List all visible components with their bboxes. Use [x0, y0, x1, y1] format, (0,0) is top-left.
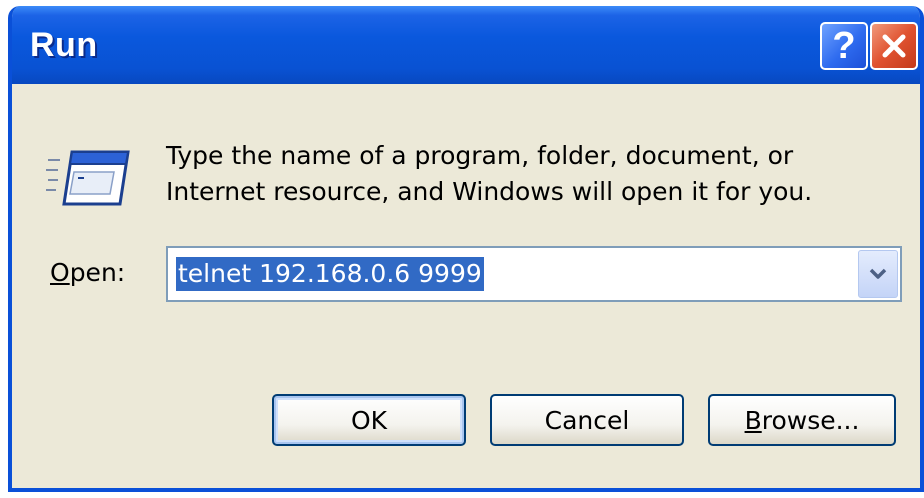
dialog-body: Type the name of a program, folder, docu…	[12, 84, 920, 488]
title-bar[interactable]: Run ?	[12, 6, 920, 84]
cancel-button[interactable]: Cancel	[490, 394, 684, 446]
help-button[interactable]: ?	[820, 22, 868, 70]
instruction-text: Type the name of a program, folder, docu…	[166, 138, 812, 210]
browse-button-mnemonic: B	[744, 405, 762, 435]
browse-button-label: rowse...	[761, 405, 860, 435]
instruction-line-1: Type the name of a program, folder, docu…	[166, 141, 794, 170]
run-dialog: Run ? Type the name of a program, folder…	[8, 6, 924, 492]
dropdown-button[interactable]	[858, 250, 898, 298]
instruction-line-2: Internet resource, and Windows will open…	[166, 177, 813, 206]
cancel-button-label: Cancel	[544, 405, 630, 435]
chevron-down-icon	[869, 268, 887, 279]
browse-button[interactable]: Browse...	[708, 394, 896, 446]
close-icon	[882, 34, 906, 58]
open-label-rest: pen:	[69, 258, 126, 287]
open-label-mnemonic: O	[50, 258, 70, 287]
open-combobox[interactable]: telnet 192.168.0.6 9999	[166, 246, 902, 302]
open-label: Open:	[50, 258, 125, 287]
ok-button-label: OK	[350, 405, 388, 435]
close-button[interactable]	[870, 22, 918, 70]
help-icon: ?	[832, 24, 856, 67]
ok-button[interactable]: OK	[272, 394, 466, 446]
open-input-value[interactable]: telnet 192.168.0.6 9999	[176, 257, 484, 291]
window-title: Run	[30, 26, 98, 64]
run-program-icon	[46, 150, 130, 206]
